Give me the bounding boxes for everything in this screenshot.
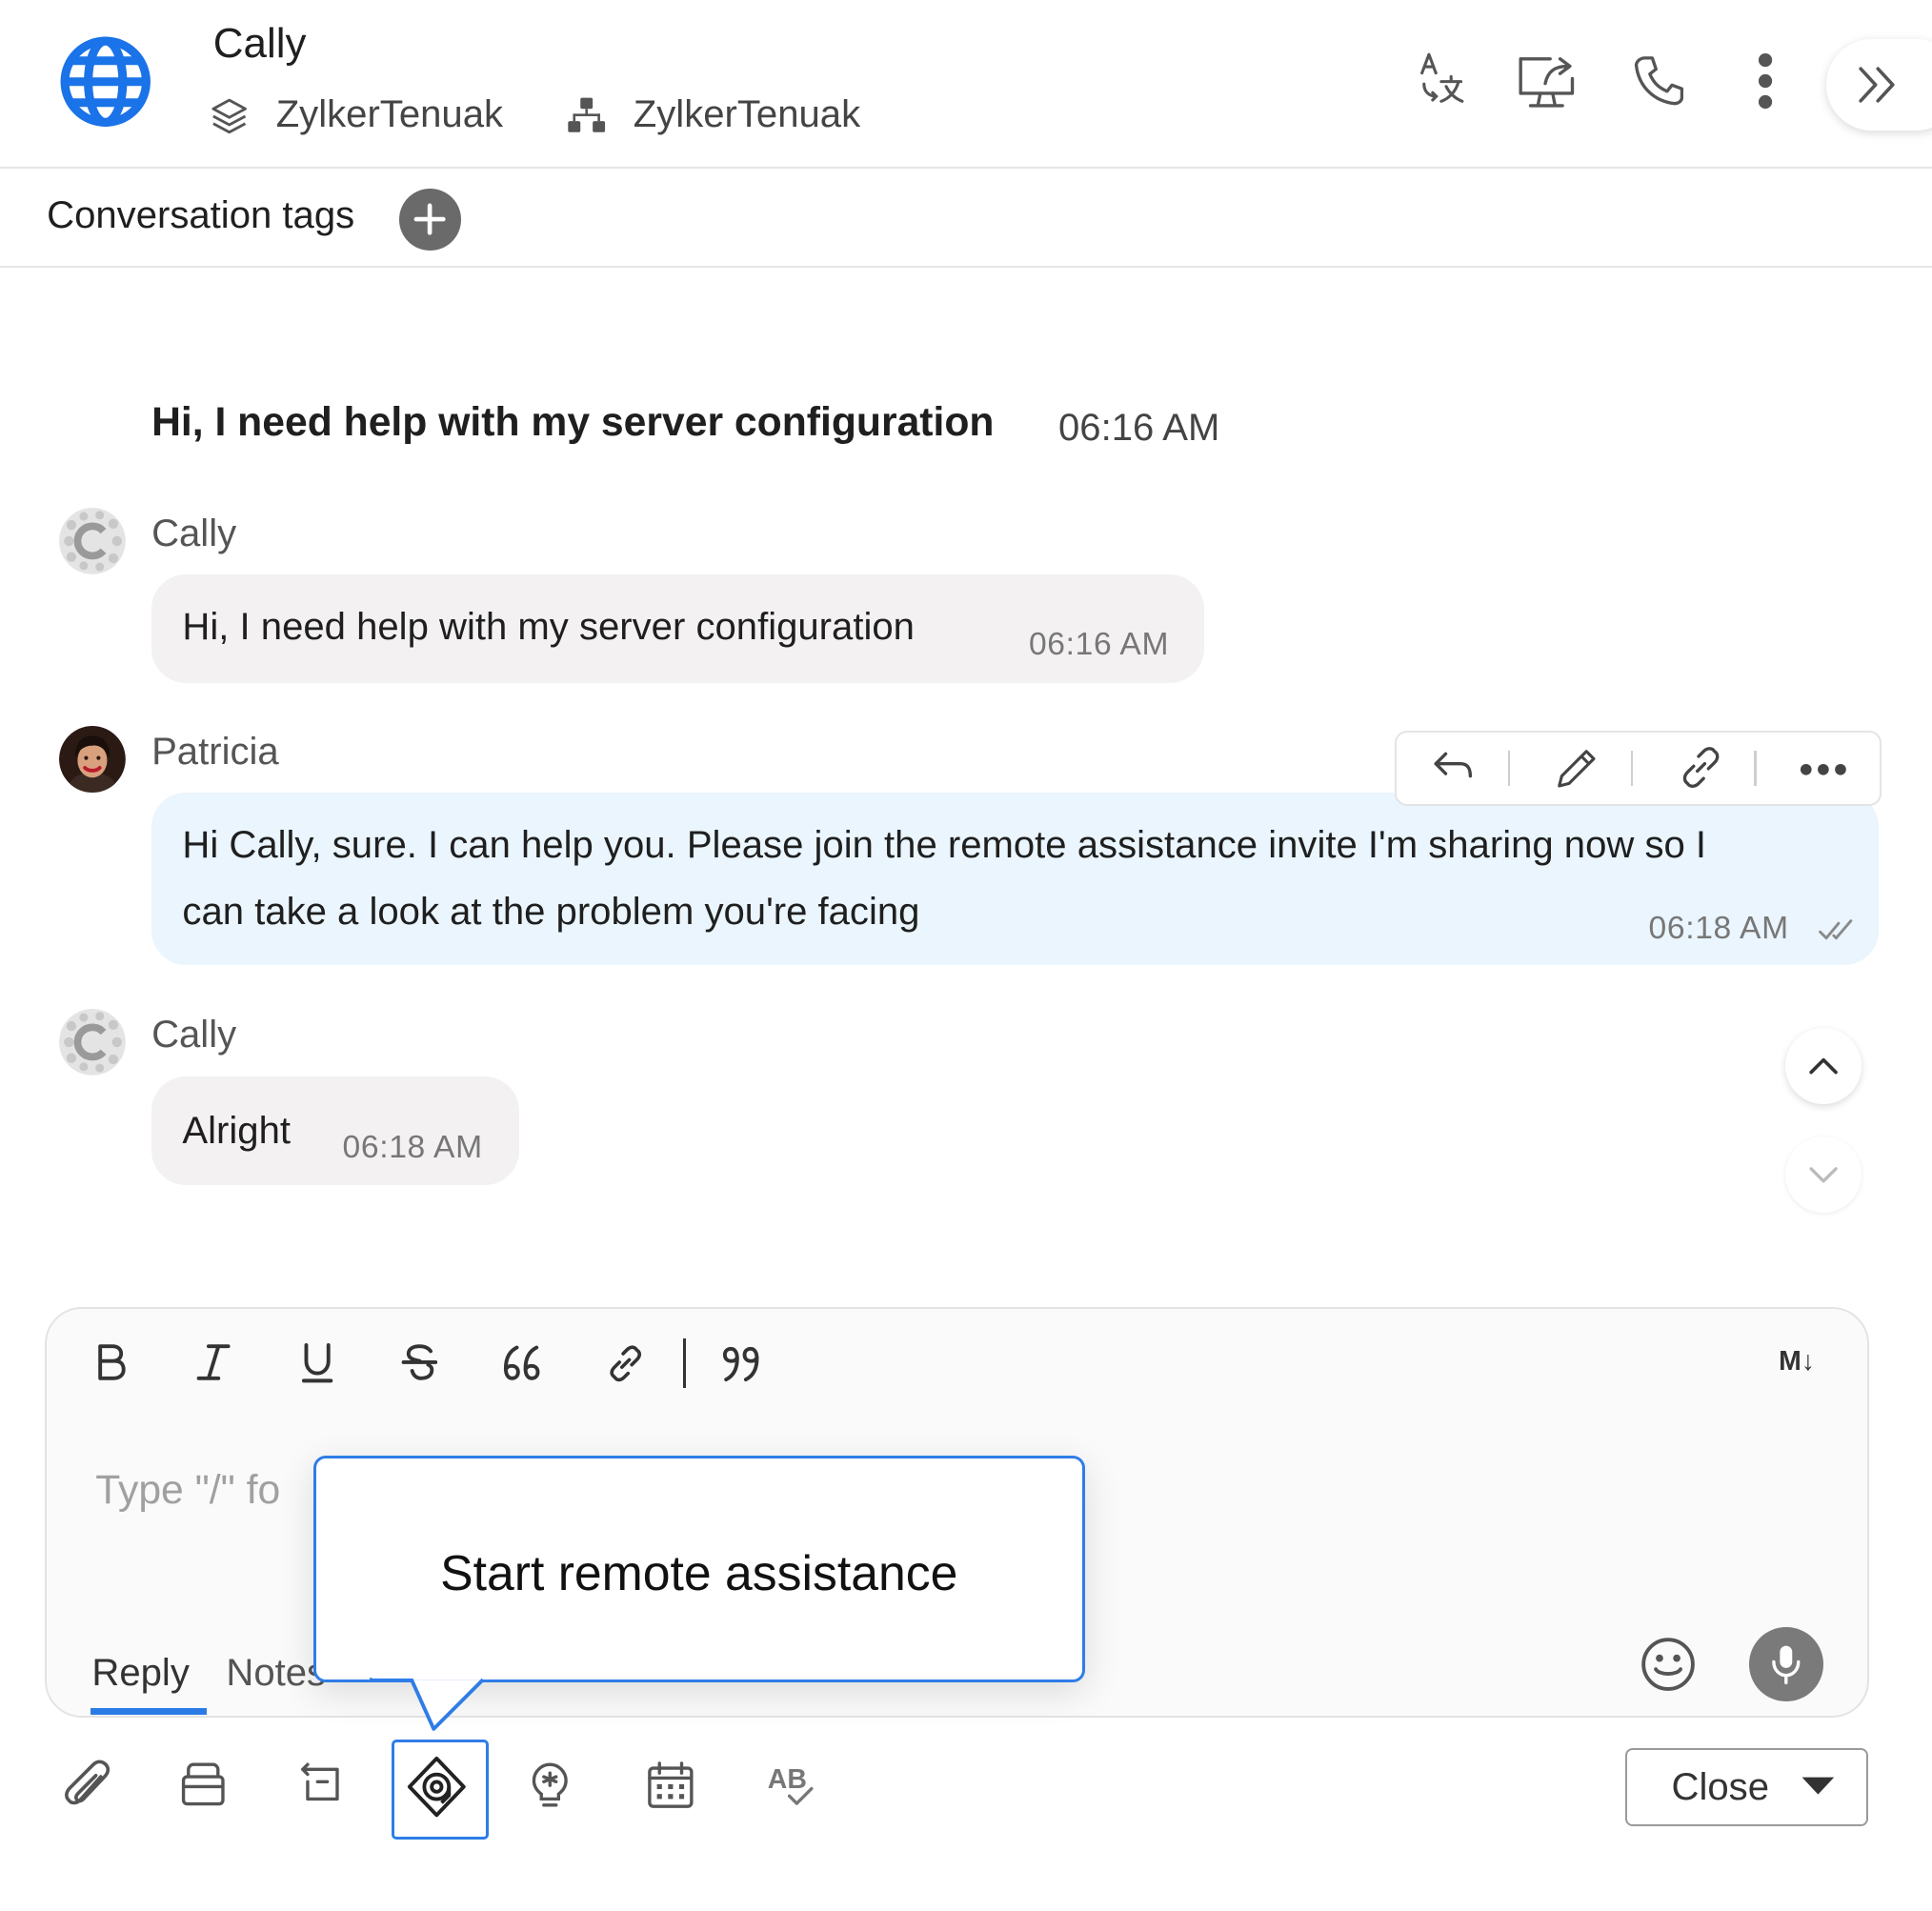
chevron-down-icon [1809,1167,1838,1184]
hierarchy-icon [568,97,606,132]
quote-open-button[interactable] [502,1341,541,1386]
strikethrough-button[interactable] [401,1341,438,1386]
chat-window: Cally ZylkerTenuak ZylkerTenuak Conversa… [0,0,1932,1911]
conversation-preview: Hi, I need help with my server configura… [151,399,995,446]
contact-name[interactable]: Cally [213,20,307,68]
more-vertical-icon[interactable] [1757,51,1774,111]
knowledge-base-icon[interactable] [181,1760,226,1809]
double-check-icon [1818,918,1857,943]
expand-icon [1859,67,1895,103]
message-text-line: Hi Cally, sure. I can help you. Please j… [182,824,1707,867]
bold-button[interactable] [95,1341,128,1386]
tooltip-text: Start remote assistance [440,1545,958,1601]
checkmark-icon [788,1787,815,1806]
layers-icon [211,98,247,134]
message-text-line: can take a look at the problem you're fa… [182,891,920,934]
visitor-message-bubble[interactable]: Hi, I need help with my server configura… [151,573,1204,683]
agent-message-bubble[interactable]: Hi Cally, sure. I can help you. Please j… [151,792,1880,965]
canned-response-icon[interactable] [295,1760,345,1809]
emoji-icon[interactable] [1639,1635,1698,1694]
message-text: Hi, I need help with my server configura… [182,606,915,649]
italic-button[interactable] [196,1341,231,1386]
calendar-icon[interactable] [646,1760,695,1811]
markdown-toggle[interactable]: M↓ [1779,1346,1815,1378]
sender-name: Cally [151,513,237,555]
avatar [59,1009,126,1076]
tooltip-pointer [370,1674,517,1737]
remote-assistance-tooltip: Start remote assistance [312,1455,1085,1683]
attachment-icon[interactable] [64,1760,113,1814]
phone-icon[interactable] [1634,54,1683,106]
expand-button[interactable] [1825,39,1932,131]
scroll-down-button[interactable] [1785,1136,1862,1213]
spell-check-icon[interactable]: AB [768,1764,815,1806]
organization-meta: ZylkerTenuak [567,93,860,136]
idea-icon[interactable] [528,1760,573,1811]
department-name[interactable]: ZylkerTenuak [276,93,503,136]
preview-time: 06:16 AM [1058,406,1220,449]
remote-assistance-icon [407,1757,466,1818]
tab-notes[interactable]: Notes [226,1652,326,1695]
organization-name[interactable]: ZylkerTenuak [634,93,860,136]
link-icon[interactable] [1678,744,1724,791]
remote-assistance-button[interactable] [392,1740,489,1840]
chevron-up-icon [1809,1057,1838,1075]
close-button-label: Close [1671,1766,1769,1809]
quote-close-button[interactable] [721,1341,760,1386]
underline-button[interactable] [300,1341,334,1386]
caret-down-icon [1801,1777,1835,1795]
tab-reply[interactable]: Reply [91,1652,189,1695]
voice-message-button[interactable] [1749,1626,1823,1701]
visitor-message-bubble[interactable]: Alright 06:18 AM [151,1076,519,1186]
edit-icon[interactable] [1552,744,1601,791]
add-tag-button[interactable] [399,188,461,251]
close-conversation-button[interactable]: Close [1624,1748,1868,1826]
reply-icon[interactable] [1431,744,1476,789]
scroll-up-button[interactable] [1785,1027,1862,1104]
microphone-icon [1772,1645,1801,1684]
reply-input-placeholder[interactable]: Type "/" fo [95,1467,280,1514]
message-time: 06:18 AM [1648,910,1789,946]
insert-link-button[interactable] [606,1341,645,1386]
message-actions-toolbar [1395,730,1882,806]
plus-icon [413,203,446,235]
department-meta: ZylkerTenuak [210,93,503,136]
conversation-tags-row: Conversation tags [0,169,1932,269]
globe-icon [56,32,154,131]
message-text: Alright [182,1110,292,1153]
message-time: 06:18 AM [342,1130,483,1166]
more-horizontal-icon[interactable] [1799,762,1848,777]
avatar [59,725,126,793]
sender-name: Cally [151,1014,237,1056]
tags-label: Conversation tags [47,194,355,237]
avatar [59,507,126,574]
conversation-header: Cally ZylkerTenuak ZylkerTenuak [0,0,1932,169]
translate-icon[interactable] [1417,50,1466,106]
screen-share-icon[interactable] [1516,51,1580,111]
message-time: 06:16 AM [1028,627,1170,663]
sender-name: Patricia [151,730,279,773]
